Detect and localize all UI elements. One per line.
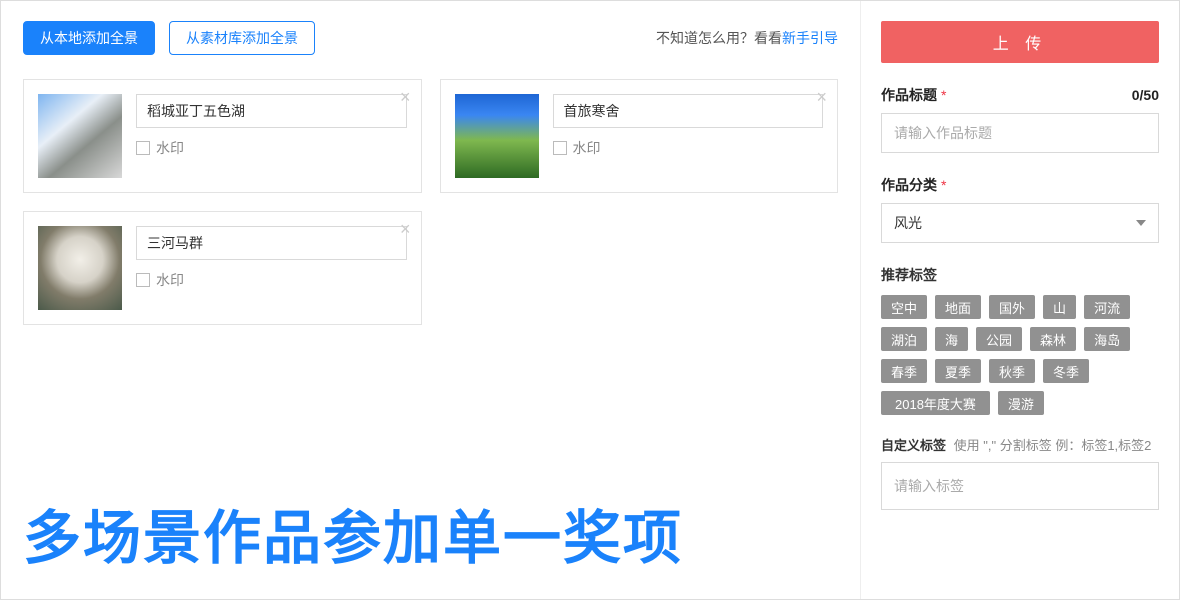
required-mark: *: [941, 177, 946, 193]
tag-chip[interactable]: 公园: [976, 327, 1022, 351]
panorama-card: × 水印: [23, 79, 422, 193]
watermark-checkbox[interactable]: [136, 273, 150, 287]
tag-chip[interactable]: 湖泊: [881, 327, 927, 351]
tag-chip[interactable]: 国外: [989, 295, 1035, 319]
panorama-title-input[interactable]: [553, 94, 824, 128]
category-select[interactable]: 风光: [881, 203, 1159, 243]
watermark-row: 水印: [136, 138, 407, 158]
work-title-input[interactable]: [881, 113, 1159, 153]
watermark-label: 水印: [156, 138, 184, 158]
title-field: 作品标题 * 0/50: [881, 85, 1159, 153]
watermark-checkbox[interactable]: [136, 141, 150, 155]
watermark-row: 水印: [136, 270, 407, 290]
help-prefix: 不知道怎么用？看看: [656, 30, 782, 46]
title-counter: 0/50: [1132, 87, 1159, 103]
custom-tags-label: 自定义标签: [881, 438, 946, 453]
banner-text: 多场景作品参加单一奖项: [23, 477, 838, 599]
required-mark: *: [941, 87, 946, 103]
tag-chip[interactable]: 春季: [881, 359, 927, 383]
tag-chip[interactable]: 山: [1043, 295, 1076, 319]
tag-chip[interactable]: 森林: [1030, 327, 1076, 351]
panorama-title-input[interactable]: [136, 94, 407, 128]
close-icon[interactable]: ×: [400, 220, 411, 238]
category-value: 风光: [894, 213, 922, 233]
tag-chip[interactable]: 冬季: [1043, 359, 1089, 383]
main-panel: 从本地添加全景 从素材库添加全景 不知道怎么用？看看新手引导 × 水印 ×: [1, 1, 861, 599]
chevron-down-icon: [1136, 220, 1146, 226]
tag-chip[interactable]: 海岛: [1084, 327, 1130, 351]
add-from-library-button[interactable]: 从素材库添加全景: [169, 21, 315, 55]
card-body: 水印: [553, 94, 824, 178]
close-icon[interactable]: ×: [400, 88, 411, 106]
topbar: 从本地添加全景 从素材库添加全景 不知道怎么用？看看新手引导: [23, 21, 838, 55]
watermark-label: 水印: [156, 270, 184, 290]
panorama-card: × 水印: [23, 211, 422, 325]
tag-chip[interactable]: 地面: [935, 295, 981, 319]
tag-chip[interactable]: 海: [935, 327, 968, 351]
recommended-tags: 空中 地面 国外 山 河流 湖泊 海 公园 森林 海岛 春季 夏季 秋季 冬季 …: [881, 295, 1159, 415]
close-icon[interactable]: ×: [816, 88, 827, 106]
panorama-card: × 水印: [440, 79, 839, 193]
help-link[interactable]: 新手引导: [782, 30, 838, 46]
title-field-head: 作品标题 * 0/50: [881, 85, 1159, 105]
tags-section-title: 推荐标签: [881, 265, 1159, 285]
watermark-label: 水印: [573, 138, 601, 158]
tag-chip[interactable]: 空中: [881, 295, 927, 319]
panorama-thumbnail: [38, 226, 122, 310]
tag-chip[interactable]: 漫游: [998, 391, 1044, 415]
watermark-checkbox[interactable]: [553, 141, 567, 155]
panorama-thumbnail: [38, 94, 122, 178]
panorama-thumbnail: [455, 94, 539, 178]
custom-tags-input[interactable]: [881, 462, 1159, 510]
panorama-title-input[interactable]: [136, 226, 407, 260]
category-field-head: 作品分类 *: [881, 175, 1159, 195]
category-field: 作品分类 * 风光: [881, 175, 1159, 243]
upload-button[interactable]: 上 传: [881, 21, 1159, 63]
cards-grid: × 水印 × 水印: [23, 79, 838, 325]
custom-tags-hint: 使用 "," 分割标签 例：标签1,标签2: [954, 438, 1152, 453]
tag-chip[interactable]: 秋季: [989, 359, 1035, 383]
title-label: 作品标题: [881, 85, 937, 105]
watermark-row: 水印: [553, 138, 824, 158]
tag-chip[interactable]: 河流: [1084, 295, 1130, 319]
custom-tags-row: 自定义标签 使用 "," 分割标签 例：标签1,标签2: [881, 435, 1159, 454]
tag-chip[interactable]: 2018年度大赛: [881, 391, 990, 415]
card-body: 水印: [136, 226, 407, 310]
category-label: 作品分类: [881, 175, 937, 195]
side-panel: 上 传 作品标题 * 0/50 作品分类 * 风光 推荐标签 空中 地面 国外: [861, 1, 1179, 599]
help-area: 不知道怎么用？看看新手引导: [656, 28, 838, 48]
tag-chip[interactable]: 夏季: [935, 359, 981, 383]
add-from-local-button[interactable]: 从本地添加全景: [23, 21, 155, 55]
card-body: 水印: [136, 94, 407, 178]
app-root: 从本地添加全景 从素材库添加全景 不知道怎么用？看看新手引导 × 水印 ×: [0, 0, 1180, 600]
